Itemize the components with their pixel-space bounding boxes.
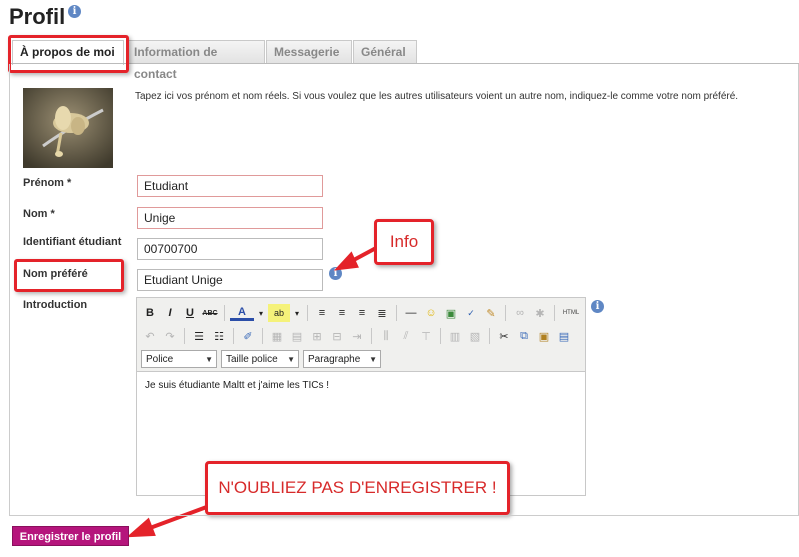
save-arrow-head — [126, 517, 156, 538]
save-reminder-callout: N'OUBLIEZ PAS D'ENREGISTRER ! — [205, 461, 510, 515]
bottom-divider — [9, 515, 799, 516]
info-callout: Info — [374, 219, 434, 265]
info-arrow-head — [333, 251, 359, 271]
save-profile-button[interactable]: Enregistrer le profil — [12, 526, 129, 546]
save-arrow-line — [148, 503, 214, 530]
